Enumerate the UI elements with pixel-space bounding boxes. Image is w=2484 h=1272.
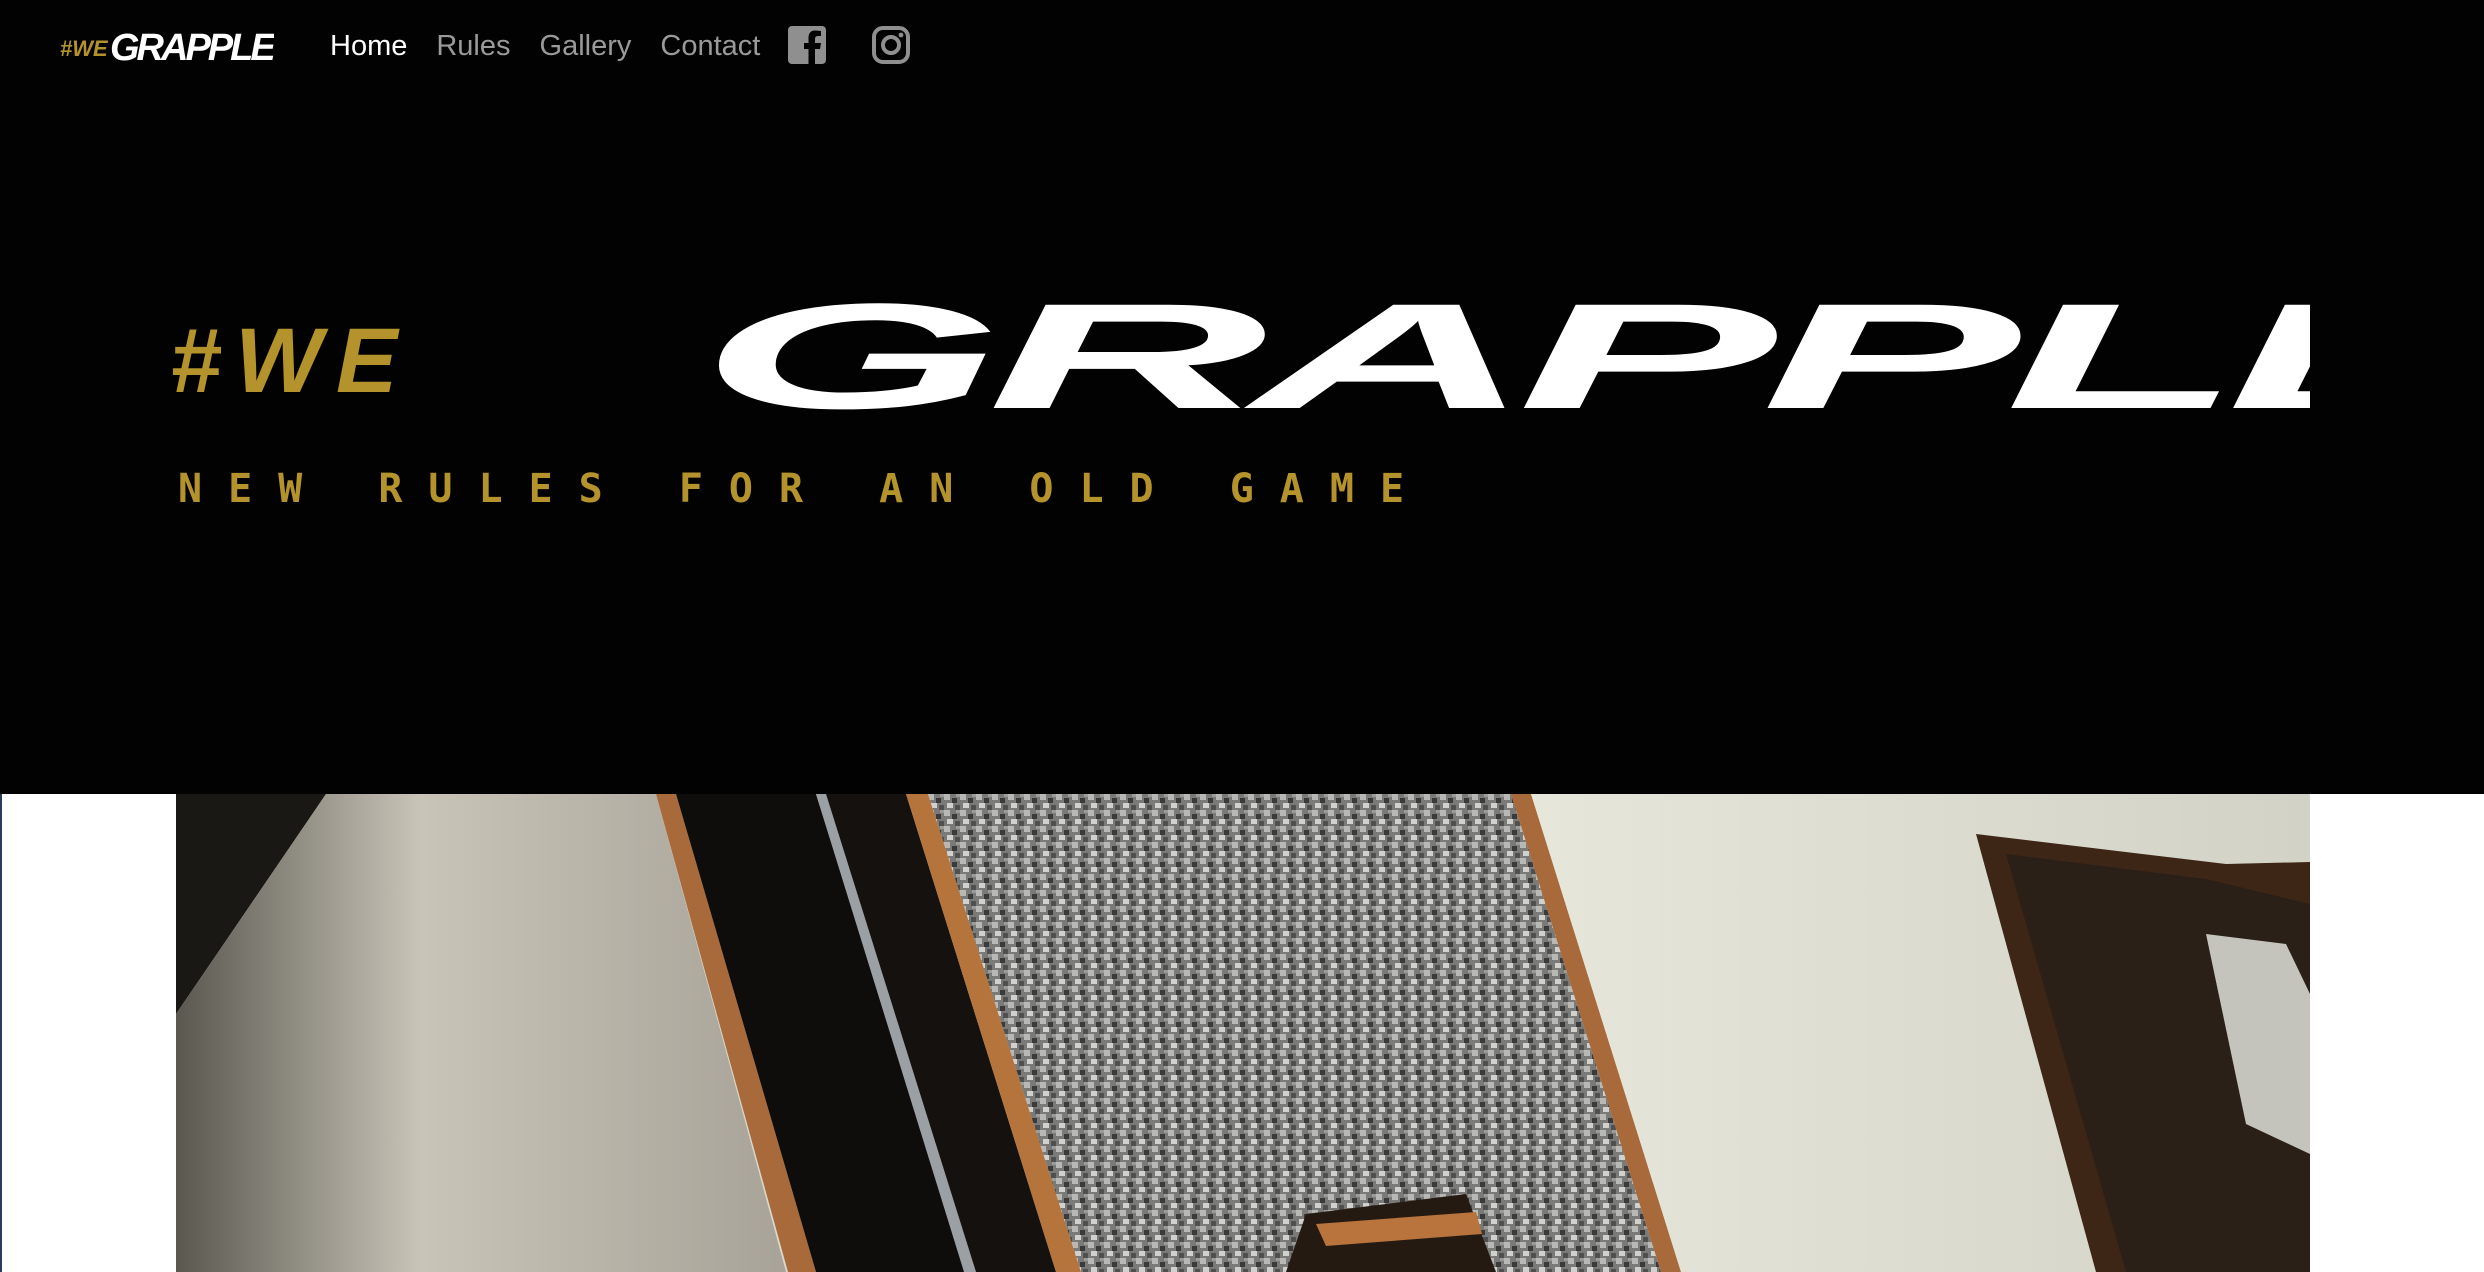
facebook-link[interactable] — [786, 24, 828, 66]
video-frame — [176, 794, 2310, 1272]
nav-home[interactable]: Home — [330, 30, 407, 63]
instagram-link[interactable] — [870, 24, 912, 66]
facebook-icon — [788, 26, 826, 64]
brand-logo-link[interactable]: #WE GRAPPLE — [58, 20, 280, 72]
hero-section: #WE GRAPPLE Home Rules Gallery Contact #… — [0, 0, 2484, 794]
navbar: #WE GRAPPLE Home Rules Gallery Contact — [0, 0, 2484, 92]
hero-tagline: NEW RULES FOR AN OLD GAME — [178, 466, 1431, 506]
nav-rules[interactable]: Rules — [436, 30, 510, 63]
nav-links: Home Rules Gallery Contact — [330, 20, 789, 72]
page: #WE GRAPPLE Home Rules Gallery Contact #… — [0, 0, 2484, 1272]
brand-grapple: GRAPPLE — [110, 27, 274, 69]
brand-hash-we: #WE — [60, 36, 109, 61]
page-edge-line — [0, 794, 2, 1272]
hero-logo-main: GRAPPLE — [700, 280, 2310, 440]
hero-logo-prefix: #WE — [170, 310, 411, 412]
hero-video[interactable] — [176, 794, 2310, 1272]
nav-contact[interactable]: Contact — [660, 30, 760, 63]
brand-logo-icon: #WE GRAPPLE — [60, 27, 280, 69]
nav-gallery[interactable]: Gallery — [540, 30, 632, 63]
instagram-icon — [872, 26, 910, 64]
